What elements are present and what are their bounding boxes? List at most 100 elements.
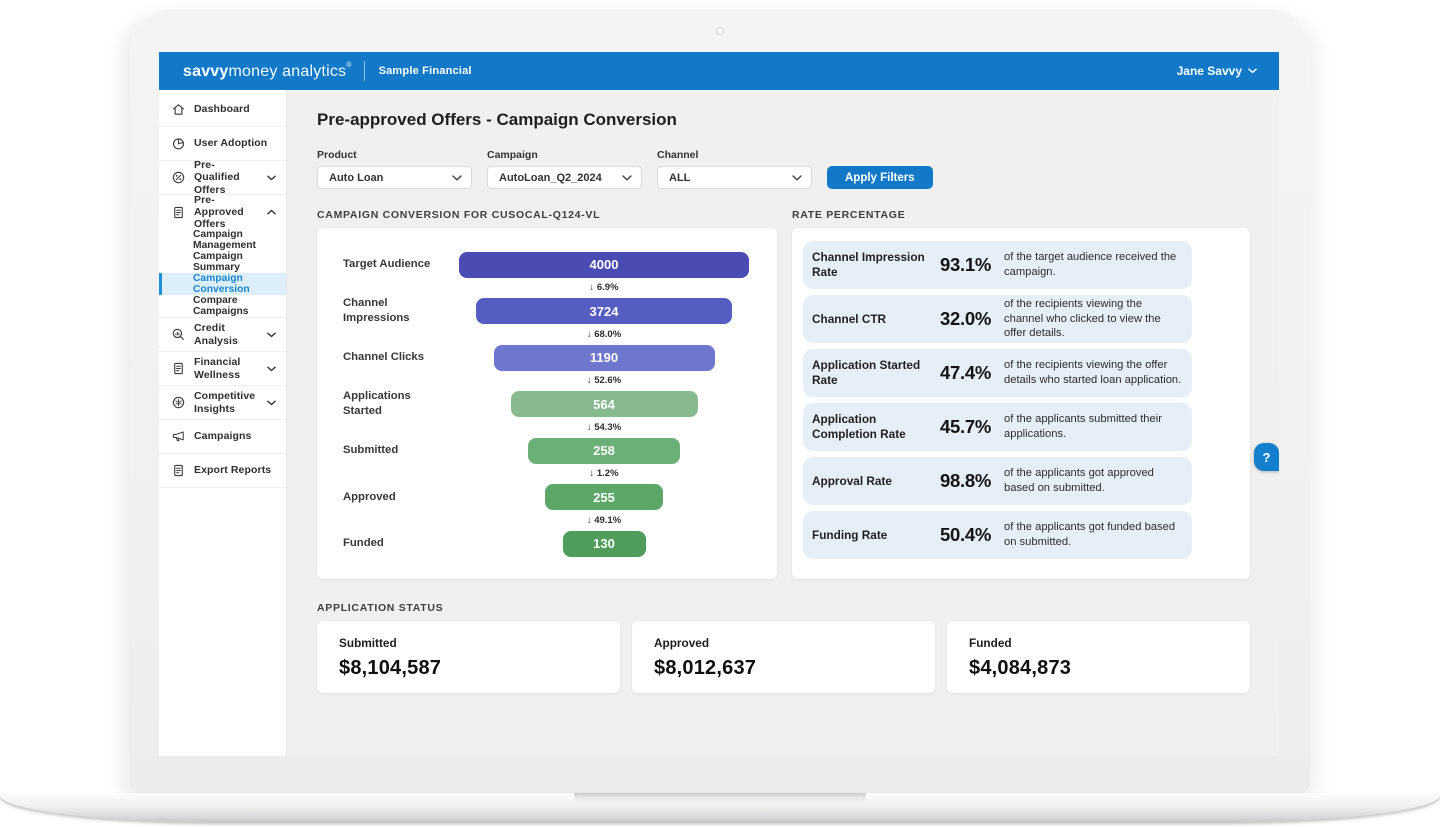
- rate-description: of the recipients viewing the channel wh…: [998, 297, 1182, 341]
- funnel-drop-label: ↓ 49.1%: [455, 515, 753, 526]
- sidebar-item-campaign-summary[interactable]: Campaign Summary: [159, 251, 286, 273]
- funnel-step-label: Approved: [343, 490, 455, 505]
- rate-label: Channel Impression Rate: [812, 250, 936, 279]
- rate-row: Funding Rate 50.4% of the applicants got…: [803, 511, 1192, 559]
- chevron-down-icon: [1248, 68, 1257, 74]
- filter-campaign: Campaign AutoLoan_Q2_2024: [487, 149, 642, 189]
- rate-label: Approval Rate: [812, 474, 936, 489]
- sidebar-item-pre-qualified-offers[interactable]: Pre-Qualified Offers: [159, 161, 286, 195]
- document-icon: [171, 361, 186, 376]
- funnel-drop-label: ↓ 1.2%: [455, 468, 753, 479]
- funnel-step: Submitted 258: [343, 437, 753, 464]
- sidebar-item-user-adoption[interactable]: User Adoption: [159, 127, 286, 161]
- funnel-drop: ↓ 1.2%: [343, 464, 753, 484]
- funnel-bar-value: 130: [593, 536, 615, 551]
- funnel-bar-value: 3724: [590, 304, 619, 319]
- sidebar-item-campaign-management[interactable]: Campaign Management: [159, 229, 286, 251]
- product-select[interactable]: Auto Loan: [317, 166, 472, 189]
- funnel-step: Channel Clicks 1190: [343, 344, 753, 371]
- apply-filters-button[interactable]: Apply Filters: [827, 166, 933, 189]
- funnel-bar-value: 1190: [590, 350, 618, 365]
- sidebar-item-dashboard[interactable]: Dashboard: [159, 93, 286, 127]
- funnel-chart: Target Audience 4000 ↓ 6.9% Channel Impr…: [317, 228, 777, 579]
- funnel-bar[interactable]: 130: [563, 531, 646, 557]
- funnel-section: CAMPAIGN CONVERSION FOR CUSOCAL-Q124-VL …: [317, 209, 777, 579]
- funnel-drop-label: ↓ 68.0%: [455, 329, 753, 340]
- rate-section-title: RATE PERCENTAGE: [792, 209, 1250, 221]
- application-status-title: APPLICATION STATUS: [317, 602, 1250, 614]
- sidebar-item-label: Campaigns: [194, 430, 276, 442]
- sidebar-item-campaign-conversion[interactable]: Campaign Conversion: [159, 273, 286, 295]
- funnel-drop: ↓ 49.1%: [343, 511, 753, 531]
- pie-chart-icon: [171, 136, 186, 151]
- sidebar-subitem-label: Campaign Management: [193, 229, 286, 251]
- sidebar-item-label: Financial Wellness: [194, 356, 259, 380]
- status-card-label: Approved: [654, 636, 913, 650]
- funnel-step: Approved 255: [343, 484, 753, 511]
- rate-row: Channel Impression Rate 93.1% of the tar…: [803, 241, 1192, 289]
- rate-value: 98.8%: [936, 470, 998, 492]
- funnel-step-label: Submitted: [343, 443, 455, 458]
- org-name: Sample Financial: [379, 65, 472, 77]
- sidebar: Dashboard User Adoption Pre-Qualified Of…: [159, 90, 287, 756]
- status-card-value: $8,012,637: [654, 657, 913, 680]
- product-select-value: Auto Loan: [329, 172, 383, 184]
- brand-light: money analytics: [229, 63, 347, 80]
- funnel-bar-value: 258: [593, 443, 615, 458]
- funnel-step-label: Channel Clicks: [343, 350, 455, 365]
- sidebar-item-credit-analysis[interactable]: Credit Analysis: [159, 318, 286, 352]
- chevron-down-icon: [267, 400, 276, 406]
- funnel-step: Target Audience 4000: [343, 251, 753, 278]
- funnel-bar[interactable]: 564: [511, 391, 698, 417]
- sidebar-item-label: Competitive Insights: [194, 390, 259, 414]
- filters-bar: Product Auto Loan Campaign AutoLoan_Q2_2…: [317, 149, 1250, 189]
- funnel-bar[interactable]: 3724: [476, 298, 732, 324]
- status-card-value: $4,084,873: [969, 657, 1228, 680]
- insights-icon: [171, 395, 186, 410]
- rate-panel: Channel Impression Rate 93.1% of the tar…: [792, 228, 1250, 579]
- brand-logo[interactable]: savvymoney analytics®: [183, 62, 352, 81]
- sidebar-item-competitive-insights[interactable]: Competitive Insights: [159, 386, 286, 420]
- sidebar-item-campaigns[interactable]: Campaigns: [159, 420, 286, 454]
- rate-value: 47.4%: [936, 362, 998, 384]
- funnel-bar[interactable]: 4000: [459, 252, 749, 278]
- funnel-drop-label: ↓ 6.9%: [455, 282, 753, 293]
- registered-mark: ®: [346, 62, 351, 69]
- sidebar-item-label: Export Reports: [194, 464, 276, 476]
- rate-value: 93.1%: [936, 254, 998, 276]
- status-card-approved: Approved $8,012,637: [632, 621, 935, 693]
- funnel-bar[interactable]: 1190: [494, 345, 715, 371]
- funnel-step: Channel Impressions 3724: [343, 298, 753, 325]
- megaphone-icon: [171, 429, 186, 444]
- funnel-section-title: CAMPAIGN CONVERSION FOR CUSOCAL-Q124-VL: [317, 209, 777, 221]
- filter-product: Product Auto Loan: [317, 149, 472, 189]
- sidebar-item-export-reports[interactable]: Export Reports: [159, 454, 286, 488]
- funnel-bar[interactable]: 258: [528, 438, 680, 464]
- funnel-step: Applications Started 564: [343, 391, 753, 418]
- filter-label: Channel: [657, 149, 812, 161]
- main-content: Pre-approved Offers - Campaign Conversio…: [287, 90, 1279, 756]
- campaign-select[interactable]: AutoLoan_Q2_2024: [487, 166, 642, 189]
- rate-value: 50.4%: [936, 524, 998, 546]
- top-bar: savvymoney analytics® Sample Financial J…: [159, 52, 1279, 90]
- webcam-dot: [716, 27, 724, 35]
- funnel-step-label: Funded: [343, 536, 455, 551]
- rate-label: Application Started Rate: [812, 358, 936, 387]
- rate-description: of the target audience received the camp…: [998, 250, 1182, 279]
- rate-value: 45.7%: [936, 416, 998, 438]
- status-card-label: Funded: [969, 636, 1228, 650]
- help-button[interactable]: ?: [1254, 443, 1279, 471]
- status-card-value: $8,104,587: [339, 657, 598, 680]
- chevron-down-icon: [452, 175, 462, 181]
- sidebar-item-label: Credit Analysis: [194, 322, 259, 346]
- home-icon: [171, 102, 186, 117]
- funnel-drop-label: ↓ 54.3%: [455, 422, 753, 433]
- sidebar-item-financial-wellness[interactable]: Financial Wellness: [159, 352, 286, 386]
- magnifier-chart-icon: [171, 327, 186, 342]
- channel-select[interactable]: ALL: [657, 166, 812, 189]
- sidebar-item-compare-campaigns[interactable]: Compare Campaigns: [159, 295, 286, 317]
- sidebar-item-pre-approved-offers[interactable]: Pre-Approved Offers: [159, 195, 286, 229]
- user-menu[interactable]: Jane Savvy: [1177, 64, 1257, 78]
- rate-value: 32.0%: [936, 308, 998, 330]
- funnel-bar[interactable]: 255: [545, 484, 663, 510]
